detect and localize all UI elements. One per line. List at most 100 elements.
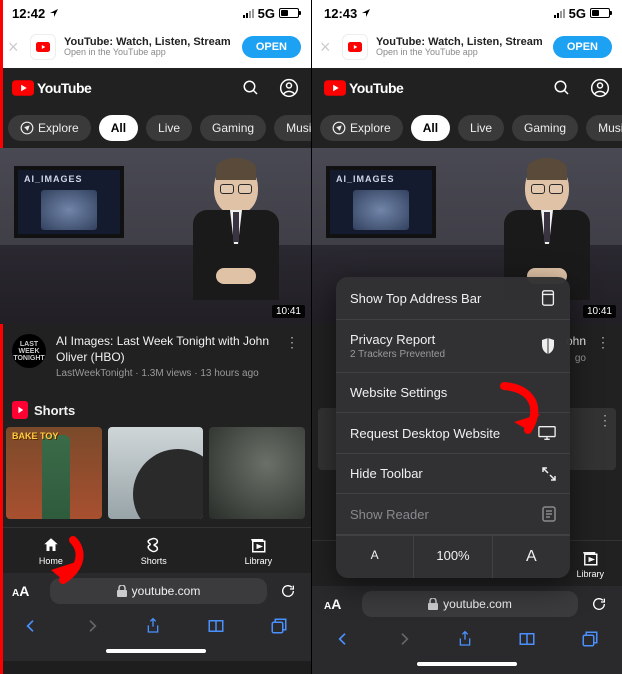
status-bar: 12:43 5G <box>312 0 622 26</box>
app-banner-sub: Open in the YouTube app <box>376 48 545 58</box>
open-button[interactable]: OPEN <box>553 36 612 58</box>
shorts-nav-icon <box>145 536 163 554</box>
zoom-level: 100% <box>414 536 492 578</box>
battery-icon <box>279 8 299 18</box>
search-icon[interactable] <box>552 78 572 98</box>
compass-icon <box>20 121 34 135</box>
nav-home[interactable]: Home <box>39 536 63 566</box>
nav-shorts[interactable]: Shorts <box>141 536 167 566</box>
chip-music[interactable]: Music <box>586 115 622 141</box>
bottom-nav: Home Shorts Library <box>0 527 311 573</box>
monitor: AI_IMAGES <box>326 166 436 238</box>
chip-gaming[interactable]: Gaming <box>200 115 266 141</box>
url-pill[interactable]: youtube.com <box>362 591 578 617</box>
forward-icon <box>84 618 100 639</box>
chip-explore[interactable]: Explore <box>320 115 403 141</box>
shorts-icon <box>12 401 28 419</box>
battery-icon <box>590 8 610 18</box>
right-screenshot: 12:43 5G × YouTube: Watch, Listen, Strea… <box>311 0 622 674</box>
app-banner: × YouTube: Watch, Listen, Stream Open in… <box>312 26 622 68</box>
app-icon <box>30 34 56 60</box>
safari-toolbar <box>312 622 622 660</box>
short-item[interactable]: BAKE TOY <box>6 427 102 519</box>
back-icon[interactable] <box>23 618 39 639</box>
lock-icon <box>428 598 438 610</box>
bookmarks-icon[interactable] <box>207 618 225 639</box>
close-icon[interactable]: × <box>320 37 334 58</box>
aa-button[interactable]: AA <box>324 596 352 612</box>
category-chips: Explore All Live Gaming Music <box>312 108 622 148</box>
zoom-in-button[interactable]: A <box>493 536 570 578</box>
home-icon <box>42 536 60 554</box>
menu-website-settings[interactable]: Website Settings <box>336 373 570 413</box>
aa-button[interactable]: AA <box>12 583 40 599</box>
tabs-icon[interactable] <box>581 630 599 653</box>
menu-show-top-bar[interactable]: Show Top Address Bar <box>336 277 570 320</box>
reload-icon[interactable] <box>277 583 299 599</box>
zoom-out-button[interactable]: A <box>336 536 414 578</box>
nav-library[interactable]: Library <box>576 549 604 579</box>
chip-live[interactable]: Live <box>458 115 504 141</box>
safari-toolbar <box>0 609 311 647</box>
duration-badge: 10:41 <box>272 305 305 318</box>
menu-privacy-report[interactable]: Privacy Report 2 Trackers Prevented <box>336 320 570 373</box>
close-icon[interactable]: × <box>8 37 22 58</box>
share-icon[interactable] <box>145 617 161 640</box>
address-bar-icon <box>540 289 556 307</box>
reader-icon <box>542 506 556 522</box>
chip-all[interactable]: All <box>99 115 138 141</box>
signal-icon <box>554 9 565 18</box>
video-thumbnail[interactable]: AI_IMAGES 10:41 <box>0 148 311 324</box>
menu-show-reader: Show Reader <box>336 494 570 535</box>
account-icon[interactable] <box>590 78 610 98</box>
signal-icon <box>243 9 254 18</box>
app-icon <box>342 34 368 60</box>
lock-icon <box>117 585 127 597</box>
shorts-row: BAKE TOY <box>0 427 311 527</box>
video-title[interactable]: AI Images: Last Week Tonight with John O… <box>56 334 275 365</box>
home-indicator[interactable] <box>312 660 622 674</box>
menu-hide-toolbar[interactable]: Hide Toolbar <box>336 454 570 494</box>
bookmarks-icon[interactable] <box>518 631 536 652</box>
chip-music[interactable]: Music <box>274 115 311 141</box>
menu-request-desktop[interactable]: Request Desktop Website <box>336 413 570 454</box>
more-icon[interactable]: ⋮ <box>285 334 299 379</box>
app-banner-sub: Open in the YouTube app <box>64 48 234 58</box>
chip-live[interactable]: Live <box>146 115 192 141</box>
youtube-logo[interactable]: YouTube <box>12 80 91 96</box>
short-item[interactable] <box>108 427 204 519</box>
red-edge <box>0 0 3 674</box>
tabs-icon[interactable] <box>270 617 288 640</box>
safari-address-bar: AA youtube.com <box>312 586 622 622</box>
network-label: 5G <box>258 6 275 21</box>
url-pill[interactable]: youtube.com <box>50 578 267 604</box>
shorts-header: Shorts <box>0 393 311 427</box>
share-icon[interactable] <box>457 630 473 653</box>
menu-zoom-row: A 100% A <box>336 535 570 578</box>
account-icon[interactable] <box>279 78 299 98</box>
video-subtext: LastWeekTonight · 1.3M views · 13 hours … <box>56 368 275 379</box>
location-icon <box>361 8 371 18</box>
library-icon <box>581 549 599 567</box>
open-button[interactable]: OPEN <box>242 36 301 58</box>
chip-all[interactable]: All <box>411 115 450 141</box>
channel-avatar[interactable]: LAST WEEK TONIGHT <box>12 334 46 368</box>
more-icon[interactable]: ⋮ <box>596 334 610 364</box>
host-figure <box>191 162 281 302</box>
reload-icon[interactable] <box>588 596 610 612</box>
video-meta: LAST WEEK TONIGHT AI Images: Last Week T… <box>0 324 311 393</box>
short-item[interactable] <box>209 427 305 519</box>
location-icon <box>49 8 59 18</box>
left-screenshot: 12:42 5G × YouTube: Watch, Listen, Strea… <box>0 0 311 674</box>
chip-gaming[interactable]: Gaming <box>512 115 578 141</box>
forward-icon <box>396 631 412 652</box>
network-label: 5G <box>569 6 586 21</box>
expand-icon <box>542 467 556 481</box>
home-indicator[interactable] <box>0 647 311 661</box>
chip-explore[interactable]: Explore <box>8 115 91 141</box>
safari-address-bar: AA youtube.com <box>0 573 311 609</box>
youtube-logo[interactable]: YouTube <box>324 80 403 96</box>
back-icon[interactable] <box>335 631 351 652</box>
nav-library[interactable]: Library <box>245 536 273 566</box>
search-icon[interactable] <box>241 78 261 98</box>
